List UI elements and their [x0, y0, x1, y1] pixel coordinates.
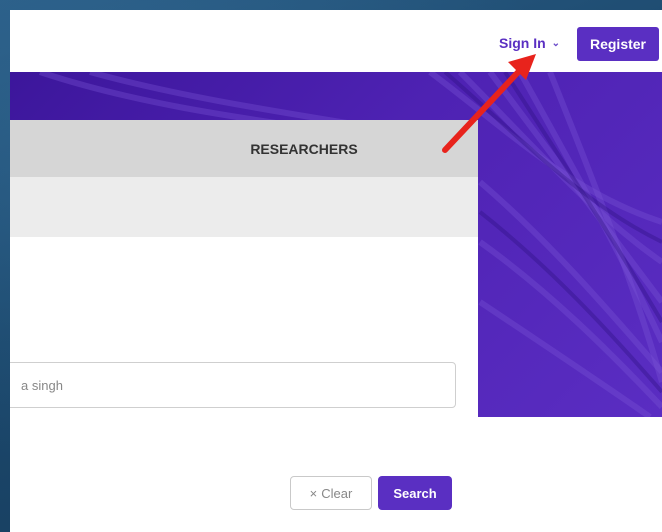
- annotation-arrow-icon: [442, 54, 536, 153]
- screenshot-frame: Sign In ⌄ Register RESEARCHERS a singh ×…: [0, 0, 662, 532]
